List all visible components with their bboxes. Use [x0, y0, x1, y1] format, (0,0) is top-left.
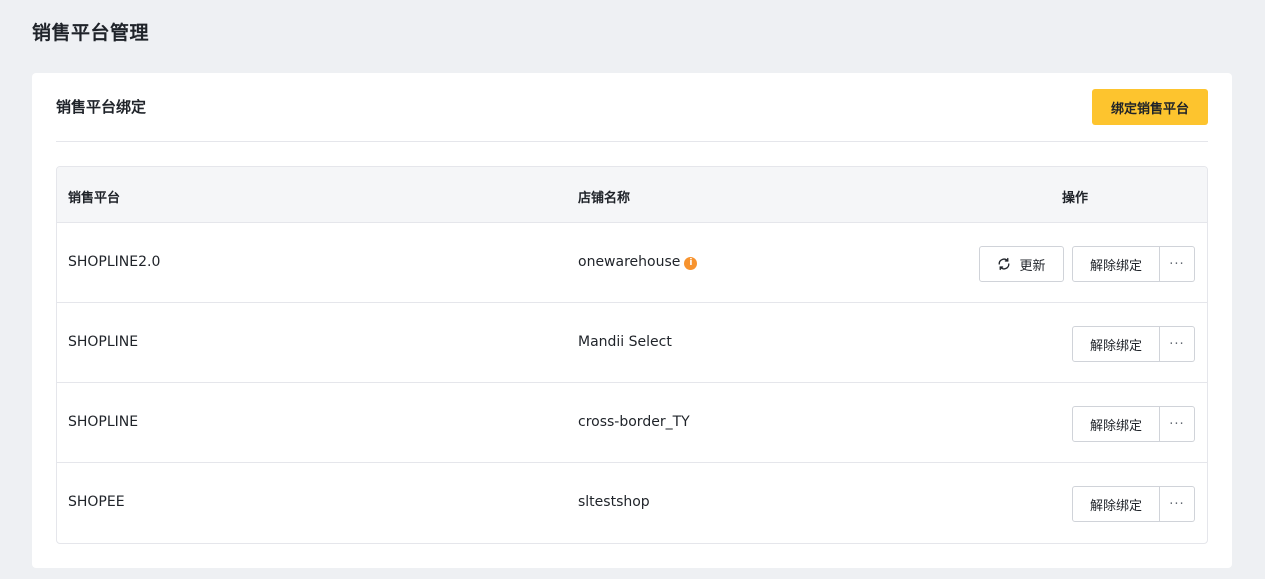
refresh-label: 更新	[1019, 258, 1046, 274]
store-name: onewarehouse	[578, 254, 681, 270]
unbind-button[interactable]: 解除绑定	[1072, 246, 1160, 282]
store-cell: onewarehouse i	[578, 254, 698, 270]
more-icon[interactable]: ···	[1160, 246, 1195, 282]
platform-cell: SHOPLINE	[68, 334, 139, 350]
row-operations: 解除绑定 ···	[1072, 486, 1195, 522]
unbind-button[interactable]: 解除绑定	[1072, 486, 1160, 522]
unbind-button[interactable]: 解除绑定	[1072, 406, 1160, 442]
more-icon[interactable]: ···	[1160, 486, 1195, 522]
table-row: SHOPLINE Mandii Select 解除绑定 ···	[57, 303, 1207, 383]
table-header: 销售平台 店铺名称 操作	[57, 167, 1207, 223]
platform-cell: SHOPLINE2.0	[68, 254, 161, 270]
refresh-button[interactable]: 更新	[979, 246, 1064, 282]
header-platform: 销售平台	[68, 191, 121, 206]
platform-binding-card: 销售平台绑定 绑定销售平台 销售平台 店铺名称 操作 SHOPLINE2.0 o…	[32, 73, 1232, 568]
card-title: 销售平台绑定	[56, 98, 147, 116]
table-row: SHOPLINE2.0 onewarehouse i 更新 解除绑定 ···	[57, 223, 1207, 303]
page-title: 销售平台管理	[32, 22, 150, 44]
row-operations: 更新 解除绑定 ···	[979, 246, 1195, 282]
table-row: SHOPEE sltestshop 解除绑定 ···	[57, 463, 1207, 543]
more-icon[interactable]: ···	[1160, 406, 1195, 442]
row-operations: 解除绑定 ···	[1072, 326, 1195, 362]
store-cell: cross-border_TY	[578, 414, 690, 430]
header-operations: 操作	[1062, 191, 1089, 206]
bind-platform-button[interactable]: 绑定销售平台	[1092, 89, 1208, 125]
refresh-icon	[999, 257, 1010, 271]
row-operations: 解除绑定 ···	[1072, 406, 1195, 442]
info-icon[interactable]: i	[684, 257, 698, 270]
table-row: SHOPLINE cross-border_TY 解除绑定 ···	[57, 383, 1207, 463]
platform-table: 销售平台 店铺名称 操作 SHOPLINE2.0 onewarehouse i 更…	[56, 166, 1208, 544]
store-cell: sltestshop	[578, 494, 650, 510]
platform-cell: SHOPEE	[68, 494, 125, 510]
card-header: 销售平台绑定 绑定销售平台	[56, 73, 1208, 142]
store-cell: Mandii Select	[578, 334, 672, 350]
header-store: 店铺名称	[578, 191, 631, 206]
unbind-button[interactable]: 解除绑定	[1072, 326, 1160, 362]
more-icon[interactable]: ···	[1160, 326, 1195, 362]
platform-cell: SHOPLINE	[68, 414, 139, 430]
